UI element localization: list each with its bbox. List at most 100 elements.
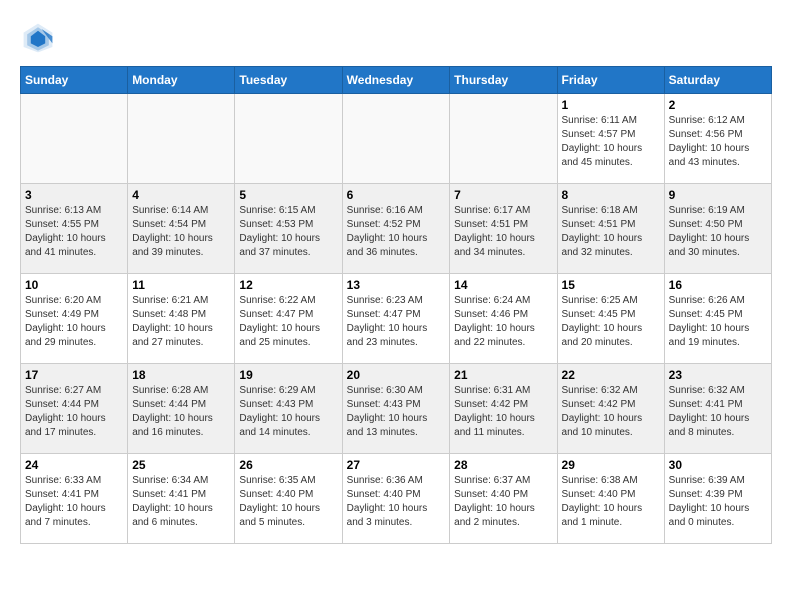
day-number: 16 — [669, 278, 767, 292]
calendar-cell: 6 Sunrise: 6:16 AM Sunset: 4:52 PM Daylig… — [342, 184, 450, 274]
day-number: 7 — [454, 188, 552, 202]
calendar-cell: 12 Sunrise: 6:22 AM Sunset: 4:47 PM Dayli… — [235, 274, 342, 364]
day-info: Sunrise: 6:27 AM Sunset: 4:44 PM Dayligh… — [25, 384, 123, 440]
day-number: 2 — [669, 98, 767, 112]
day-number: 17 — [25, 368, 123, 382]
day-info: Sunrise: 6:31 AM Sunset: 4:42 PM Dayligh… — [454, 384, 552, 440]
day-number: 15 — [562, 278, 660, 292]
day-info: Sunrise: 6:12 AM Sunset: 4:56 PM Dayligh… — [669, 114, 767, 170]
day-info: Sunrise: 6:36 AM Sunset: 4:40 PM Dayligh… — [347, 474, 446, 530]
calendar-cell: 3Sunrise: 6:13 AM Sunset: 4:55 PM Daylig… — [21, 184, 128, 274]
day-info: Sunrise: 6:23 AM Sunset: 4:47 PM Dayligh… — [347, 294, 446, 350]
day-info: Sunrise: 6:38 AM Sunset: 4:40 PM Dayligh… — [562, 474, 660, 530]
day-info: Sunrise: 6:39 AM Sunset: 4:39 PM Dayligh… — [669, 474, 767, 530]
day-number: 13 — [347, 278, 446, 292]
calendar-week-row: 24 Sunrise: 6:33 AM Sunset: 4:41 PM Dayli… — [21, 454, 772, 544]
calendar-cell: 2 Sunrise: 6:12 AM Sunset: 4:56 PM Daylig… — [664, 94, 771, 184]
header-saturday: Saturday — [664, 67, 771, 94]
day-info: Sunrise: 6:22 AM Sunset: 4:47 PM Dayligh… — [239, 294, 337, 350]
day-info: Sunrise: 6:32 AM Sunset: 4:42 PM Dayligh… — [562, 384, 660, 440]
day-number: 6 — [347, 188, 446, 202]
day-info: Sunrise: 6:13 AM Sunset: 4:55 PM Dayligh… — [25, 204, 123, 260]
day-info: Sunrise: 6:32 AM Sunset: 4:41 PM Dayligh… — [669, 384, 767, 440]
calendar-cell: 11 Sunrise: 6:21 AM Sunset: 4:48 PM Dayli… — [128, 274, 235, 364]
day-number: 27 — [347, 458, 446, 472]
calendar-cell: 22 Sunrise: 6:32 AM Sunset: 4:42 PM Dayli… — [557, 364, 664, 454]
calendar-cell — [235, 94, 342, 184]
calendar-cell: 5 Sunrise: 6:15 AM Sunset: 4:53 PM Daylig… — [235, 184, 342, 274]
day-number: 9 — [669, 188, 767, 202]
day-number: 19 — [239, 368, 337, 382]
day-info: Sunrise: 6:14 AM Sunset: 4:54 PM Dayligh… — [132, 204, 230, 260]
day-number: 21 — [454, 368, 552, 382]
calendar-cell: 27 Sunrise: 6:36 AM Sunset: 4:40 PM Dayli… — [342, 454, 450, 544]
calendar-cell: 10Sunrise: 6:20 AM Sunset: 4:49 PM Dayli… — [21, 274, 128, 364]
day-number: 11 — [132, 278, 230, 292]
calendar-week-row: 3Sunrise: 6:13 AM Sunset: 4:55 PM Daylig… — [21, 184, 772, 274]
day-info: Sunrise: 6:33 AM Sunset: 4:41 PM Dayligh… — [25, 474, 123, 530]
calendar-cell — [342, 94, 450, 184]
day-info: Sunrise: 6:16 AM Sunset: 4:52 PM Dayligh… — [347, 204, 446, 260]
calendar-cell: 13 Sunrise: 6:23 AM Sunset: 4:47 PM Dayli… — [342, 274, 450, 364]
calendar-cell: 26Sunrise: 6:35 AM Sunset: 4:40 PM Dayli… — [235, 454, 342, 544]
day-info: Sunrise: 6:17 AM Sunset: 4:51 PM Dayligh… — [454, 204, 552, 260]
calendar-cell: 14 Sunrise: 6:24 AM Sunset: 4:46 PM Dayli… — [450, 274, 557, 364]
day-info: Sunrise: 6:20 AM Sunset: 4:49 PM Dayligh… — [25, 294, 123, 350]
day-number: 1 — [562, 98, 660, 112]
day-number: 14 — [454, 278, 552, 292]
day-info: Sunrise: 6:29 AM Sunset: 4:43 PM Dayligh… — [239, 384, 337, 440]
day-number: 8 — [562, 188, 660, 202]
header-wednesday: Wednesday — [342, 67, 450, 94]
day-info: Sunrise: 6:28 AM Sunset: 4:44 PM Dayligh… — [132, 384, 230, 440]
day-info: Sunrise: 6:18 AM Sunset: 4:51 PM Dayligh… — [562, 204, 660, 260]
day-number: 4 — [132, 188, 230, 202]
calendar-cell: 8 Sunrise: 6:18 AM Sunset: 4:51 PM Daylig… — [557, 184, 664, 274]
calendar-cell — [128, 94, 235, 184]
day-info: Sunrise: 6:37 AM Sunset: 4:40 PM Dayligh… — [454, 474, 552, 530]
calendar-cell: 30 Sunrise: 6:39 AM Sunset: 4:39 PM Dayli… — [664, 454, 771, 544]
day-number: 18 — [132, 368, 230, 382]
calendar-week-row: 10Sunrise: 6:20 AM Sunset: 4:49 PM Dayli… — [21, 274, 772, 364]
calendar-cell: 25 Sunrise: 6:34 AM Sunset: 4:41 PM Dayli… — [128, 454, 235, 544]
day-info: Sunrise: 6:24 AM Sunset: 4:46 PM Dayligh… — [454, 294, 552, 350]
calendar-header-row: SundayMondayTuesdayWednesdayThursdayFrid… — [21, 67, 772, 94]
header-sunday: Sunday — [21, 67, 128, 94]
day-info: Sunrise: 6:15 AM Sunset: 4:53 PM Dayligh… — [239, 204, 337, 260]
day-number: 26 — [239, 458, 337, 472]
calendar-cell: 9 Sunrise: 6:19 AM Sunset: 4:50 PM Daylig… — [664, 184, 771, 274]
day-number: 5 — [239, 188, 337, 202]
calendar-cell: 4 Sunrise: 6:14 AM Sunset: 4:54 PM Daylig… — [128, 184, 235, 274]
day-number: 25 — [132, 458, 230, 472]
day-info: Sunrise: 6:30 AM Sunset: 4:43 PM Dayligh… — [347, 384, 446, 440]
calendar-cell: 15 Sunrise: 6:25 AM Sunset: 4:45 PM Dayli… — [557, 274, 664, 364]
calendar-cell — [21, 94, 128, 184]
day-number: 29 — [562, 458, 660, 472]
day-info: Sunrise: 6:11 AM Sunset: 4:57 PM Dayligh… — [562, 114, 660, 170]
calendar-cell: 28 Sunrise: 6:37 AM Sunset: 4:40 PM Dayli… — [450, 454, 557, 544]
day-number: 20 — [347, 368, 446, 382]
header-friday: Friday — [557, 67, 664, 94]
day-number: 12 — [239, 278, 337, 292]
calendar-cell: 24 Sunrise: 6:33 AM Sunset: 4:41 PM Dayli… — [21, 454, 128, 544]
calendar-cell: 18 Sunrise: 6:28 AM Sunset: 4:44 PM Dayli… — [128, 364, 235, 454]
header-tuesday: Tuesday — [235, 67, 342, 94]
header — [20, 20, 772, 56]
day-number: 30 — [669, 458, 767, 472]
day-number: 23 — [669, 368, 767, 382]
header-monday: Monday — [128, 67, 235, 94]
calendar-cell: 20 Sunrise: 6:30 AM Sunset: 4:43 PM Dayli… — [342, 364, 450, 454]
calendar-cell: 19 Sunrise: 6:29 AM Sunset: 4:43 PM Dayli… — [235, 364, 342, 454]
day-info: Sunrise: 6:34 AM Sunset: 4:41 PM Dayligh… — [132, 474, 230, 530]
day-info: Sunrise: 6:19 AM Sunset: 4:50 PM Dayligh… — [669, 204, 767, 260]
day-number: 28 — [454, 458, 552, 472]
day-info: Sunrise: 6:26 AM Sunset: 4:45 PM Dayligh… — [669, 294, 767, 350]
day-number: 22 — [562, 368, 660, 382]
day-number: 24 — [25, 458, 123, 472]
logo — [20, 20, 62, 56]
day-info: Sunrise: 6:25 AM Sunset: 4:45 PM Dayligh… — [562, 294, 660, 350]
logo-icon — [20, 20, 56, 56]
day-info: Sunrise: 6:21 AM Sunset: 4:48 PM Dayligh… — [132, 294, 230, 350]
calendar-week-row: 1 Sunrise: 6:11 AM Sunset: 4:57 PM Daylig… — [21, 94, 772, 184]
header-thursday: Thursday — [450, 67, 557, 94]
calendar: SundayMondayTuesdayWednesdayThursdayFrid… — [20, 66, 772, 544]
